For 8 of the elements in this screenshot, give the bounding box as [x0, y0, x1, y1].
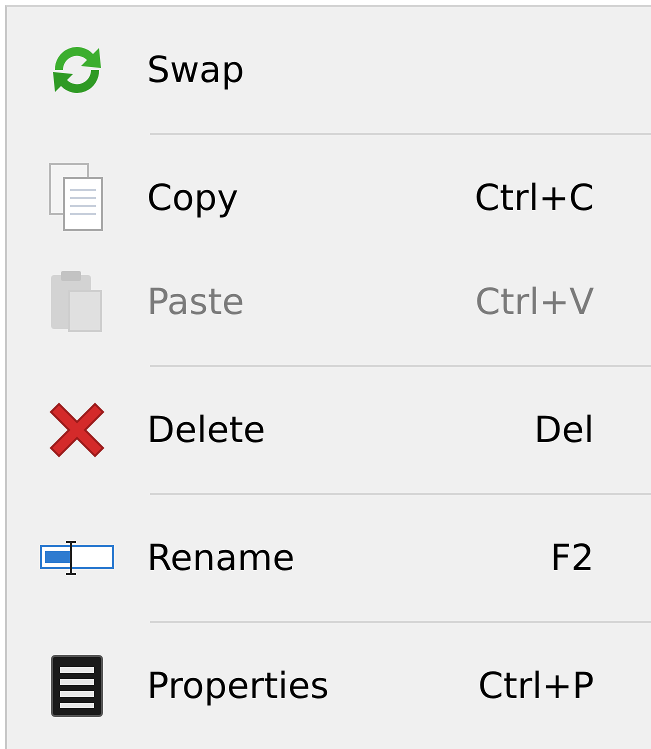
clipboard-icon: [49, 269, 105, 335]
menu-item[interactable]: Properties Ctrl+P: [7, 634, 651, 738]
copy-pages-icon: [48, 162, 106, 234]
menu-item[interactable]: Copy Ctrl+C: [7, 146, 651, 250]
menu-item[interactable]: Rename F2: [7, 506, 651, 610]
menu-item[interactable]: Delete Del: [7, 378, 651, 482]
list-icon: [51, 655, 103, 717]
menu-item[interactable]: Swap: [7, 18, 651, 122]
